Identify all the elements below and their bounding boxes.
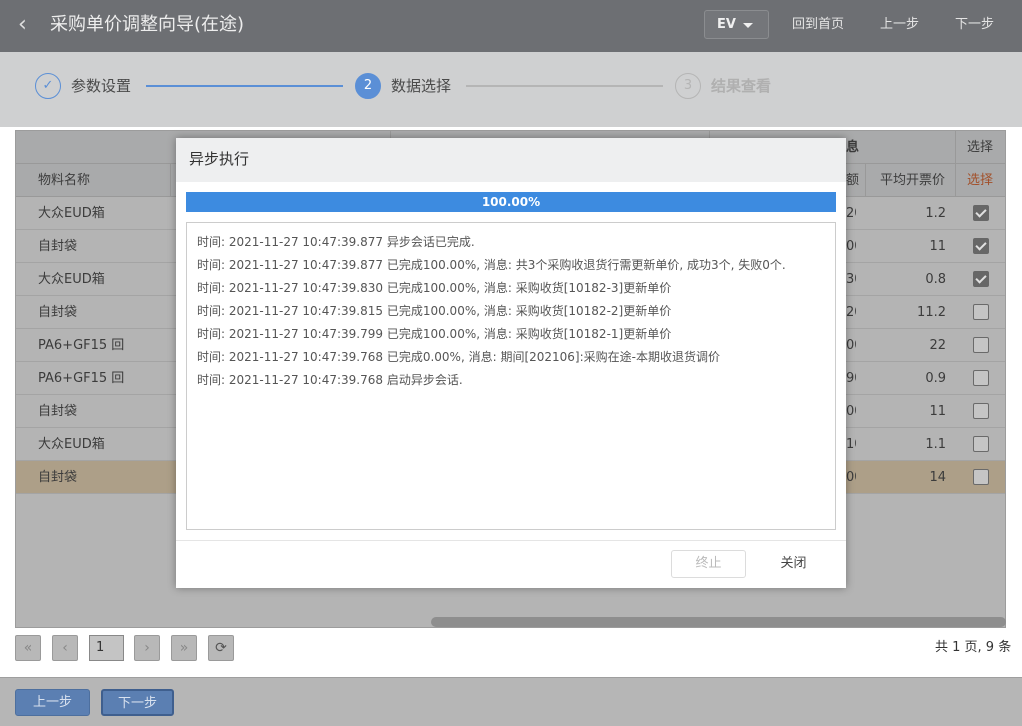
cell-material: PA6+GF15 回 (38, 371, 125, 386)
row-select-checkbox[interactable] (973, 370, 989, 386)
group-header-select: 选择 (967, 140, 994, 155)
async-execution-dialog: 异步执行 100.00% 时间: 2021-11-27 10:47:39.877… (176, 138, 846, 588)
step-connector-2 (466, 85, 663, 87)
header-next-button[interactable]: 下一步 (955, 16, 994, 34)
step-connector-1 (146, 85, 343, 87)
footer-prev-button[interactable]: 上一步 (15, 689, 90, 716)
home-button[interactable]: 回到首页 (792, 16, 844, 34)
cell-avg-price: 1.2 (925, 206, 946, 221)
cell-material: 自封袋 (38, 239, 78, 254)
log-line: 时间: 2021-11-27 10:47:39.799 已完成100.00%, … (197, 327, 672, 341)
cell-material: PA6+GF15 回 (38, 338, 125, 353)
row-select-checkbox[interactable] (973, 304, 989, 320)
step-3-number: 3 (675, 73, 701, 99)
row-select-checkbox[interactable] (973, 271, 989, 287)
top-header: ‹ 采购单价调整向导(在途) EV 回到首页 上一步 下一步 (0, 0, 1022, 52)
progress-bar: 100.00% (186, 192, 836, 212)
row-select-checkbox[interactable] (973, 403, 989, 419)
cell-amount: 20 (846, 305, 856, 320)
row-select-checkbox[interactable] (973, 436, 989, 452)
back-arrow-icon[interactable]: ‹ (18, 14, 40, 36)
org-dropdown[interactable]: EV (704, 10, 769, 39)
row-select-checkbox[interactable] (973, 238, 989, 254)
col-amount[interactable]: 额 (846, 164, 859, 197)
next-page-icon[interactable]: › (134, 635, 160, 661)
cell-amount: 00 (846, 239, 856, 254)
cell-material: 大众EUD箱 (38, 272, 105, 287)
cell-avg-price: 11 (929, 404, 946, 419)
step-3-label: 结果查看 (711, 77, 772, 95)
prev-page-icon[interactable]: ‹ (52, 635, 78, 661)
cell-amount: 00 (846, 404, 856, 419)
col-avg-invoice-price[interactable]: 平均开票价 (880, 164, 945, 197)
footer-next-button[interactable]: 下一步 (101, 689, 174, 716)
first-page-icon[interactable]: « (15, 635, 41, 661)
cell-amount: 20 (846, 206, 856, 221)
caret-down-icon (743, 23, 753, 28)
log-line: 时间: 2021-11-27 10:47:39.877 异步会话已完成. (197, 235, 475, 249)
wizard-steps: ✓ 参数设置 2 数据选择 3 结果查看 (0, 52, 1022, 127)
cell-amount: 90 (846, 371, 856, 386)
log-line: 时间: 2021-11-27 10:47:39.815 已完成100.00%, … (197, 304, 672, 318)
dialog-divider (176, 540, 846, 541)
step-2-label: 数据选择 (391, 77, 452, 95)
col-select[interactable]: 选择 (967, 164, 993, 197)
cell-amount: 00 (846, 338, 856, 353)
step-2-number: 2 (355, 73, 381, 99)
stop-button[interactable]: 终止 (671, 550, 746, 578)
group-header-info: 息 (846, 140, 860, 155)
cell-amount: 30 (846, 272, 856, 287)
step-1-check-icon: ✓ (35, 73, 61, 99)
log-panel[interactable]: 时间: 2021-11-27 10:47:39.877 异步会话已完成. 时间: … (186, 222, 836, 530)
page-number-input[interactable]: 1 (89, 635, 124, 661)
step-1-label: 参数设置 (71, 77, 132, 95)
cell-avg-price: 0.9 (925, 371, 946, 386)
col-material-name[interactable]: 物料名称 (38, 164, 90, 197)
row-select-checkbox[interactable] (973, 205, 989, 221)
cell-avg-price: 11.2 (917, 305, 946, 320)
cell-material: 自封袋 (38, 305, 78, 320)
cell-material: 自封袋 (38, 470, 78, 485)
cell-avg-price: 22 (929, 338, 946, 353)
cell-avg-price: 14 (929, 470, 946, 485)
log-line: 时间: 2021-11-27 10:47:39.877 已完成100.00%, … (197, 258, 786, 272)
cell-material: 大众EUD箱 (38, 206, 105, 221)
log-line: 时间: 2021-11-27 10:47:39.830 已完成100.00%, … (197, 281, 672, 295)
row-select-checkbox[interactable] (973, 337, 989, 353)
org-dropdown-label: EV (717, 17, 736, 32)
cell-amount: 10 (846, 437, 856, 452)
cell-avg-price: 0.8 (925, 272, 946, 287)
dialog-title: 异步执行 (189, 150, 250, 168)
cell-material: 自封袋 (38, 404, 78, 419)
cell-avg-price: 1.1 (925, 437, 946, 452)
dialog-header: 异步执行 (176, 138, 846, 182)
close-button[interactable]: 关闭 (756, 550, 831, 578)
horizontal-scrollbar[interactable] (431, 617, 1006, 627)
wizard-page: ‹ 采购单价调整向导(在途) EV 回到首页 上一步 下一步 ✓ 参数设置 2 … (0, 0, 1022, 726)
header-prev-button[interactable]: 上一步 (880, 16, 919, 34)
refresh-icon[interactable]: ⟳ (208, 635, 234, 661)
progress-text: 100.00% (481, 195, 541, 209)
cell-avg-price: 11 (929, 239, 946, 254)
cell-amount: 00 (846, 470, 856, 485)
row-select-checkbox[interactable] (973, 469, 989, 485)
cell-material: 大众EUD箱 (38, 437, 105, 452)
page-title: 采购单价调整向导(在途) (50, 14, 245, 35)
log-line: 时间: 2021-11-27 10:47:39.768 启动异步会话. (197, 373, 463, 387)
last-page-icon[interactable]: » (171, 635, 197, 661)
log-line: 时间: 2021-11-27 10:47:39.768 已完成0.00%, 消息… (197, 350, 720, 364)
pager-summary: 共 1 页, 9 条 (935, 640, 1012, 655)
